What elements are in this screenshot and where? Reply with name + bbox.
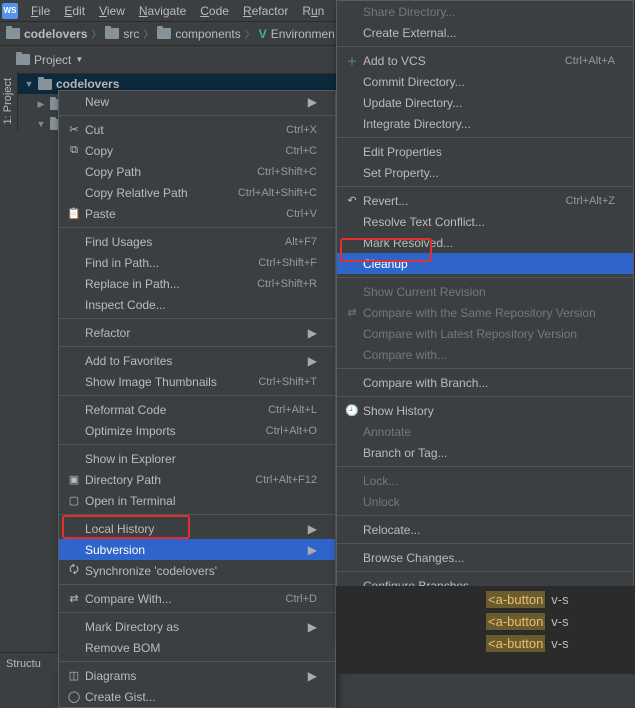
mi-cmp-repo[interactable]: ⇄Compare with the Same Repository Versio… <box>337 302 633 323</box>
mi-revert[interactable]: ↶Revert...Ctrl+Alt+Z <box>337 190 633 211</box>
mi-annotate[interactable]: Annotate <box>337 421 633 442</box>
add-icon: ＋ <box>343 53 361 69</box>
mi-cleanup[interactable]: Cleanup <box>337 253 633 274</box>
folder-icon <box>38 79 52 90</box>
mi-lock[interactable]: Lock... <box>337 470 633 491</box>
menu-run[interactable]: Run <box>295 1 331 21</box>
mi-create-ext[interactable]: Create External... <box>337 22 633 43</box>
mi-new[interactable]: New▶ <box>59 91 335 112</box>
chevron-right-icon: 〉 <box>143 26 153 41</box>
mi-share-dir[interactable]: Share Directory... <box>337 1 633 22</box>
mi-diagrams[interactable]: ◫Diagrams▶ <box>59 665 335 686</box>
crumb-components[interactable]: components <box>157 27 240 41</box>
revert-icon: ↶ <box>343 194 361 207</box>
submenu-subversion: Share Directory... Create External... ＋A… <box>336 0 634 639</box>
mi-image-thumbs[interactable]: Show Image ThumbnailsCtrl+Shift+T <box>59 371 335 392</box>
mi-copy[interactable]: ⧉CopyCtrl+C <box>59 140 335 161</box>
chevron-right-icon: 〉 <box>245 26 255 41</box>
menu-view[interactable]: View <box>92 1 132 21</box>
mi-unlock[interactable]: Unlock <box>337 491 633 512</box>
clock-icon: 🕘 <box>343 404 361 417</box>
mi-gist[interactable]: ◯Create Gist... <box>59 686 335 707</box>
mi-cut[interactable]: ✂CutCtrl+X <box>59 119 335 140</box>
diff-icon: ⇄ <box>343 306 361 319</box>
crumb-src[interactable]: src <box>105 27 139 41</box>
mi-commit[interactable]: Commit Directory... <box>337 71 633 92</box>
mi-find-usages[interactable]: Find UsagesAlt+F7 <box>59 231 335 252</box>
project-dropdown[interactable]: Project ▼ <box>8 51 91 69</box>
folder-icon <box>6 28 20 39</box>
vue-icon: V <box>259 27 267 41</box>
folder-icon: ▣ <box>65 473 83 486</box>
app-logo: WS <box>2 3 18 19</box>
editor-area[interactable]: <a-buttonv-s <a-buttonv-s <a-buttonv-s <box>336 586 635 674</box>
mi-mark-resolved[interactable]: Mark Resolved... <box>337 232 633 253</box>
mi-browse[interactable]: Browse Changes... <box>337 547 633 568</box>
mi-resolve[interactable]: Resolve Text Conflict... <box>337 211 633 232</box>
mi-compare[interactable]: ⇄Compare With...Ctrl+D <box>59 588 335 609</box>
mi-opt-imports[interactable]: Optimize ImportsCtrl+Alt+O <box>59 420 335 441</box>
mi-remove-bom[interactable]: Remove BOM <box>59 637 335 658</box>
tool-window-stripe: 1: Project <box>0 72 18 130</box>
mi-show-explorer[interactable]: Show in Explorer <box>59 448 335 469</box>
mi-add-vcs[interactable]: ＋Add to VCSCtrl+Alt+A <box>337 50 633 71</box>
mi-inspect[interactable]: Inspect Code... <box>59 294 335 315</box>
mi-subversion[interactable]: Subversion▶ <box>59 539 335 560</box>
chevron-right-icon: 〉 <box>91 26 101 41</box>
sync-icon: 🗘 <box>65 561 83 580</box>
folder-icon <box>16 54 30 65</box>
mi-integrate[interactable]: Integrate Directory... <box>337 113 633 134</box>
mi-copy-path[interactable]: Copy PathCtrl+Shift+C <box>59 161 335 182</box>
github-icon: ◯ <box>65 690 83 703</box>
mi-cmp-latest[interactable]: Compare with Latest Repository Version <box>337 323 633 344</box>
cut-icon: ✂ <box>65 123 83 136</box>
mi-history[interactable]: 🕘Show History <box>337 400 633 421</box>
diff-icon: ⇄ <box>65 592 83 605</box>
mi-show-rev[interactable]: Show Current Revision <box>337 281 633 302</box>
mi-add-favorites[interactable]: Add to Favorites▶ <box>59 350 335 371</box>
mi-dir-path[interactable]: ▣Directory PathCtrl+Alt+F12 <box>59 469 335 490</box>
menu-file[interactable]: File <box>24 1 57 21</box>
mi-relocate[interactable]: Relocate... <box>337 519 633 540</box>
folder-icon <box>105 28 119 39</box>
mi-set-prop[interactable]: Set Property... <box>337 162 633 183</box>
mi-update[interactable]: Update Directory... <box>337 92 633 113</box>
mi-mark-dir[interactable]: Mark Directory as▶ <box>59 616 335 637</box>
menu-code[interactable]: Code <box>193 1 236 21</box>
mi-find-in-path[interactable]: Find in Path...Ctrl+Shift+F <box>59 252 335 273</box>
copy-icon: ⧉ <box>65 144 83 157</box>
paste-icon: 📋 <box>65 207 83 220</box>
crumb-file[interactable]: VEnvironmen <box>259 27 335 41</box>
menu-edit[interactable]: Edit <box>57 1 92 21</box>
mi-paste[interactable]: 📋PasteCtrl+V <box>59 203 335 224</box>
mi-edit-prop[interactable]: Edit Properties <box>337 141 633 162</box>
terminal-icon: ▢ <box>65 494 83 507</box>
mi-refactor[interactable]: Refactor▶ <box>59 322 335 343</box>
mi-local-history[interactable]: Local History▶ <box>59 518 335 539</box>
mi-reformat[interactable]: Reformat CodeCtrl+Alt+L <box>59 399 335 420</box>
mi-replace-in-path[interactable]: Replace in Path...Ctrl+Shift+R <box>59 273 335 294</box>
crumb-root[interactable]: codelovers <box>6 27 87 41</box>
context-menu: New▶ ✂CutCtrl+X ⧉CopyCtrl+C Copy PathCtr… <box>58 90 336 708</box>
menu-navigate[interactable]: Navigate <box>132 1 193 21</box>
mi-copy-rel-path[interactable]: Copy Relative PathCtrl+Alt+Shift+C <box>59 182 335 203</box>
mi-branch-tag[interactable]: Branch or Tag... <box>337 442 633 463</box>
tool-tab-structure[interactable]: Structu <box>0 652 58 674</box>
folder-icon <box>157 28 171 39</box>
mi-terminal[interactable]: ▢Open in Terminal <box>59 490 335 511</box>
mi-cmp-branch[interactable]: Compare with Branch... <box>337 372 633 393</box>
menu-refactor[interactable]: Refactor <box>236 1 295 21</box>
diagram-icon: ◫ <box>65 669 83 682</box>
tool-tab-project[interactable]: 1: Project <box>0 72 16 130</box>
mi-cmp-with[interactable]: Compare with... <box>337 344 633 365</box>
mi-sync[interactable]: 🗘Synchronize 'codelovers' <box>59 560 335 581</box>
